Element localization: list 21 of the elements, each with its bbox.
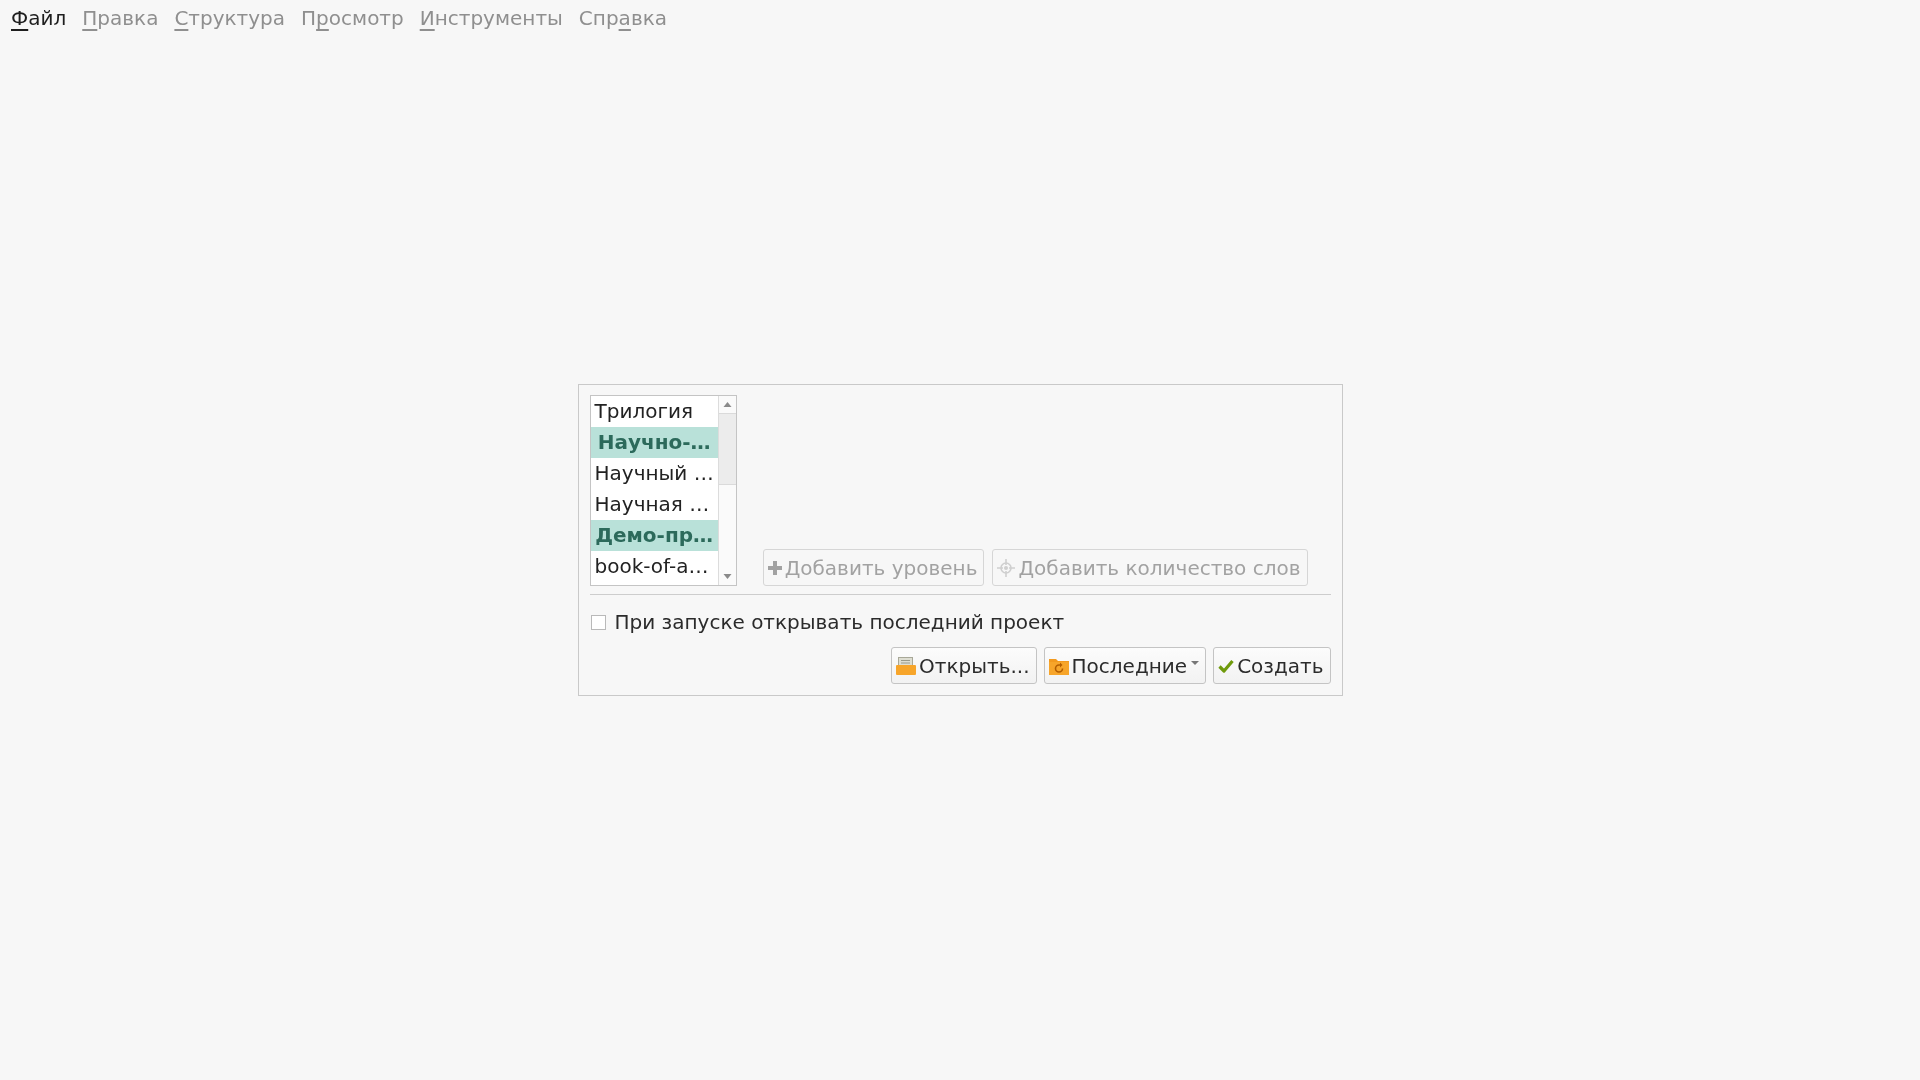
create-button[interactable]: Создать	[1213, 647, 1331, 684]
down-arrow-icon[interactable]	[722, 574, 732, 579]
list-item[interactable]: Трилогия	[590, 396, 718, 427]
checkbox-label[interactable]: При запуске открывать последний проект	[614, 610, 1065, 634]
open-button[interactable]: Открыть...	[891, 647, 1037, 684]
list-item[interactable]: Научная …	[590, 489, 718, 520]
up-arrow-icon[interactable]	[722, 402, 732, 407]
list-item[interactable]: book-of-a…	[590, 551, 718, 582]
check-icon	[1218, 658, 1235, 673]
folder-arrow-icon	[1048, 656, 1069, 675]
list-item[interactable]: Научный …	[590, 458, 718, 489]
list-header[interactable]: Демо-пр…	[590, 520, 718, 551]
checkbox[interactable]	[590, 614, 606, 630]
menu-item[interactable]: Файл	[3, 3, 75, 33]
list-header[interactable]: Научно-…	[590, 427, 718, 458]
recent-button[interactable]: Последние	[1043, 647, 1207, 684]
folder-icon	[896, 656, 917, 675]
plus-icon	[767, 560, 782, 575]
caret-icon	[1191, 660, 1200, 665]
crosshair-icon	[997, 558, 1016, 577]
scrollbar-thumb[interactable]	[718, 413, 736, 485]
